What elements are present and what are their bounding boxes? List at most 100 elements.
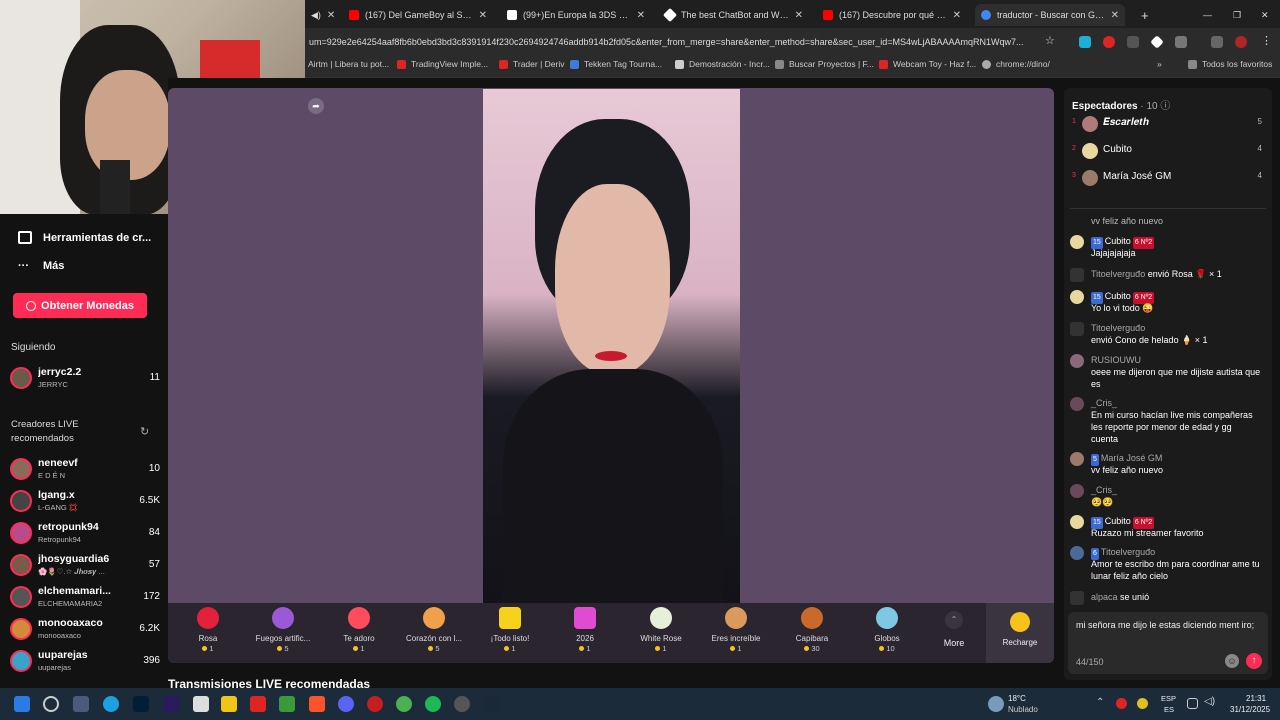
all-bookmarks[interactable]: Todos los favoritos bbox=[1188, 59, 1272, 69]
live-creator-item[interactable]: monooaxaco monooaxaco 6.2K bbox=[10, 616, 160, 644]
viewer-item[interactable]: 2 Cubito 4 bbox=[1070, 141, 1266, 161]
bookmark-item[interactable]: Trader | Deriv bbox=[499, 59, 565, 69]
bookmarks-overflow-icon[interactable]: » bbox=[1157, 59, 1162, 69]
tab-youtube-gameboy[interactable]: (167) Del GameBoy al Switch: L✕ bbox=[343, 4, 493, 26]
gift-item[interactable]: Capibara 30 bbox=[776, 607, 848, 653]
gift-item[interactable]: Corazón con l... 5 bbox=[398, 607, 470, 653]
extension-icon[interactable] bbox=[1079, 36, 1091, 48]
language-indicator[interactable]: ESP bbox=[1161, 694, 1176, 703]
profile-avatar[interactable] bbox=[1235, 36, 1247, 48]
chat-input-box: mi señora me dijo le estas diciendo ment… bbox=[1068, 612, 1268, 674]
tab-google-translate[interactable]: traductor - Buscar con Google✕ bbox=[975, 4, 1125, 26]
home-icon bbox=[18, 231, 32, 244]
search-icon[interactable] bbox=[43, 696, 59, 712]
following-user[interactable]: jerryc2.2 JERRYC 11 bbox=[10, 365, 160, 393]
live-creator-item[interactable]: neneevf E D É N 10 bbox=[10, 456, 160, 484]
photoshop-icon[interactable] bbox=[133, 696, 149, 712]
edge-icon[interactable] bbox=[103, 696, 119, 712]
recharge-button[interactable]: Recharge bbox=[986, 603, 1054, 663]
info-icon[interactable]: ⓘ bbox=[1160, 101, 1170, 112]
bookmark-item[interactable]: TradingView Imple... bbox=[397, 59, 488, 69]
tray-chevron-icon[interactable]: ⌃ bbox=[1096, 697, 1104, 708]
minimize-button[interactable]: — bbox=[1197, 4, 1215, 26]
tray-icon[interactable] bbox=[1137, 698, 1148, 709]
avatar bbox=[10, 618, 32, 640]
live-creator-item[interactable]: retropunk94 Retropunk94 84 bbox=[10, 520, 160, 548]
get-coins-button[interactable]: Obtener Monedas bbox=[13, 293, 147, 318]
tab-youtube-nintendo[interactable]: (167) Descubre por qué la Nint✕ bbox=[817, 4, 967, 26]
maximize-button[interactable]: ❐ bbox=[1227, 4, 1245, 26]
steam-icon[interactable] bbox=[483, 696, 499, 712]
clock-date[interactable]: 31/12/2025 bbox=[1230, 705, 1270, 714]
spotify-icon[interactable] bbox=[425, 696, 441, 712]
gift-item[interactable]: ¡Todo listo! 1 bbox=[474, 607, 546, 653]
bookmark-item[interactable]: Demostración - Incr... bbox=[675, 59, 770, 69]
chat-panel: Espectadores · 10 ⓘ 1 𝑬𝒔𝒄𝒂𝒓𝒍𝒆𝒕𝒉 5 2 Cubito 4… bbox=[1064, 88, 1272, 680]
app-icon[interactable] bbox=[250, 696, 266, 712]
extension-icon[interactable] bbox=[1103, 36, 1115, 48]
tab-chatbot[interactable]: The best ChatBot and Widgets✕ bbox=[659, 4, 809, 26]
close-tab-icon[interactable]: ✕ bbox=[795, 10, 803, 21]
sidebar-more[interactable]: ··· Más bbox=[18, 260, 64, 272]
viewer-item[interactable]: 3 María José GM 4 bbox=[1070, 168, 1266, 188]
gift-item[interactable]: White Rose 1 bbox=[625, 607, 697, 653]
heart-hand-icon bbox=[423, 607, 445, 629]
gift-item[interactable]: Eres increíble 1 bbox=[700, 607, 772, 653]
extensions-puzzle-icon[interactable] bbox=[1175, 36, 1187, 48]
live-creator-item[interactable]: lgang.x L-GANG 💢 6.5K bbox=[10, 488, 160, 516]
bookmark-item[interactable]: chrome://dino/ bbox=[982, 59, 1050, 69]
close-tab-icon[interactable]: ✕ bbox=[479, 10, 487, 21]
gift-item[interactable]: 2026 1 bbox=[549, 607, 621, 653]
close-window-button[interactable]: ✕ bbox=[1255, 4, 1273, 26]
clock-time[interactable]: 21:31 bbox=[1246, 694, 1266, 703]
live-creator-item[interactable]: uuparejas uuparejas 396 bbox=[10, 648, 160, 676]
gift-item[interactable]: Te adoro 1 bbox=[323, 607, 395, 653]
folder-icon bbox=[1188, 59, 1197, 69]
brave-icon[interactable] bbox=[309, 696, 325, 712]
minecraft-icon[interactable] bbox=[279, 696, 295, 712]
volume-icon[interactable]: ◁) bbox=[1204, 696, 1215, 707]
gift-item[interactable]: Globos 10 bbox=[851, 607, 923, 653]
sidebar-tools[interactable]: Herramientas de cr... bbox=[18, 231, 151, 244]
viewer-item[interactable]: 1 𝑬𝒔𝒄𝒂𝒓𝒍𝒆𝒕𝒉 5 bbox=[1070, 114, 1266, 134]
share-icon[interactable]: ➦ bbox=[308, 98, 324, 114]
app-icon[interactable] bbox=[367, 696, 383, 712]
bookmark-star-icon[interactable]: ☆ bbox=[1045, 34, 1055, 47]
app-icon[interactable] bbox=[454, 696, 470, 712]
tab-tiktok[interactable]: (99+)En Europa la 3DS ya vale✕ bbox=[501, 4, 651, 26]
live-creator-item[interactable]: jhosyguardia6 🌸🌷♡.☆ 𝑱𝒉𝒐𝒔𝒚 ... 57 bbox=[10, 552, 160, 580]
live-creator-item[interactable]: elchemamari... ELCHEMAMARIA2 172 bbox=[10, 584, 160, 612]
windows-start-icon[interactable] bbox=[14, 696, 30, 712]
network-icon[interactable] bbox=[1187, 698, 1198, 709]
chrome-icon[interactable] bbox=[396, 696, 412, 712]
bookmark-icon bbox=[397, 59, 406, 69]
file-explorer-icon[interactable] bbox=[221, 696, 237, 712]
bookmark-item[interactable]: Buscar Proyectos | F... bbox=[775, 59, 874, 69]
extension-icon[interactable] bbox=[1150, 35, 1164, 49]
bookmark-item[interactable]: Airtm | Libera tu pot... bbox=[308, 59, 389, 69]
new-tab-button[interactable]: + bbox=[1135, 4, 1155, 26]
close-tab-icon[interactable]: ✕ bbox=[637, 10, 645, 21]
chat-input[interactable]: mi señora me dijo le estas diciendo ment… bbox=[1076, 619, 1262, 631]
premiere-icon[interactable] bbox=[163, 696, 179, 712]
url-field[interactable]: um=929e2e64254aaf8fb6b0ebd3bd3c8391914f2… bbox=[309, 33, 1044, 51]
browser-menu-icon[interactable]: ⋮ bbox=[1261, 34, 1272, 47]
gift-item[interactable]: Rosa 1 bbox=[172, 607, 244, 653]
tab-media-control[interactable]: ◀) ✕ bbox=[305, 4, 335, 26]
send-button[interactable]: ↑ bbox=[1246, 653, 1262, 669]
discord-icon[interactable] bbox=[338, 696, 354, 712]
bookmark-item[interactable]: Webcam Toy - Haz f... bbox=[879, 59, 976, 69]
extension-icon[interactable] bbox=[1127, 36, 1139, 48]
app-icon[interactable] bbox=[193, 696, 209, 712]
close-tab-icon[interactable]: ✕ bbox=[953, 10, 961, 21]
live-video[interactable] bbox=[483, 89, 740, 603]
refresh-icon[interactable]: ↻ bbox=[140, 425, 149, 438]
media-icon[interactable] bbox=[1211, 36, 1223, 48]
app-icon[interactable] bbox=[73, 696, 89, 712]
emoji-icon[interactable]: ☺ bbox=[1225, 654, 1239, 668]
gift-item[interactable]: Fuegos artific... 5 bbox=[247, 607, 319, 653]
more-gifts-button[interactable]: ⌃ More bbox=[934, 611, 974, 648]
tray-icon[interactable] bbox=[1116, 698, 1127, 709]
bookmark-item[interactable]: Tekken Tag Tourna... bbox=[570, 59, 662, 69]
close-tab-icon[interactable]: ✕ bbox=[1111, 10, 1119, 21]
